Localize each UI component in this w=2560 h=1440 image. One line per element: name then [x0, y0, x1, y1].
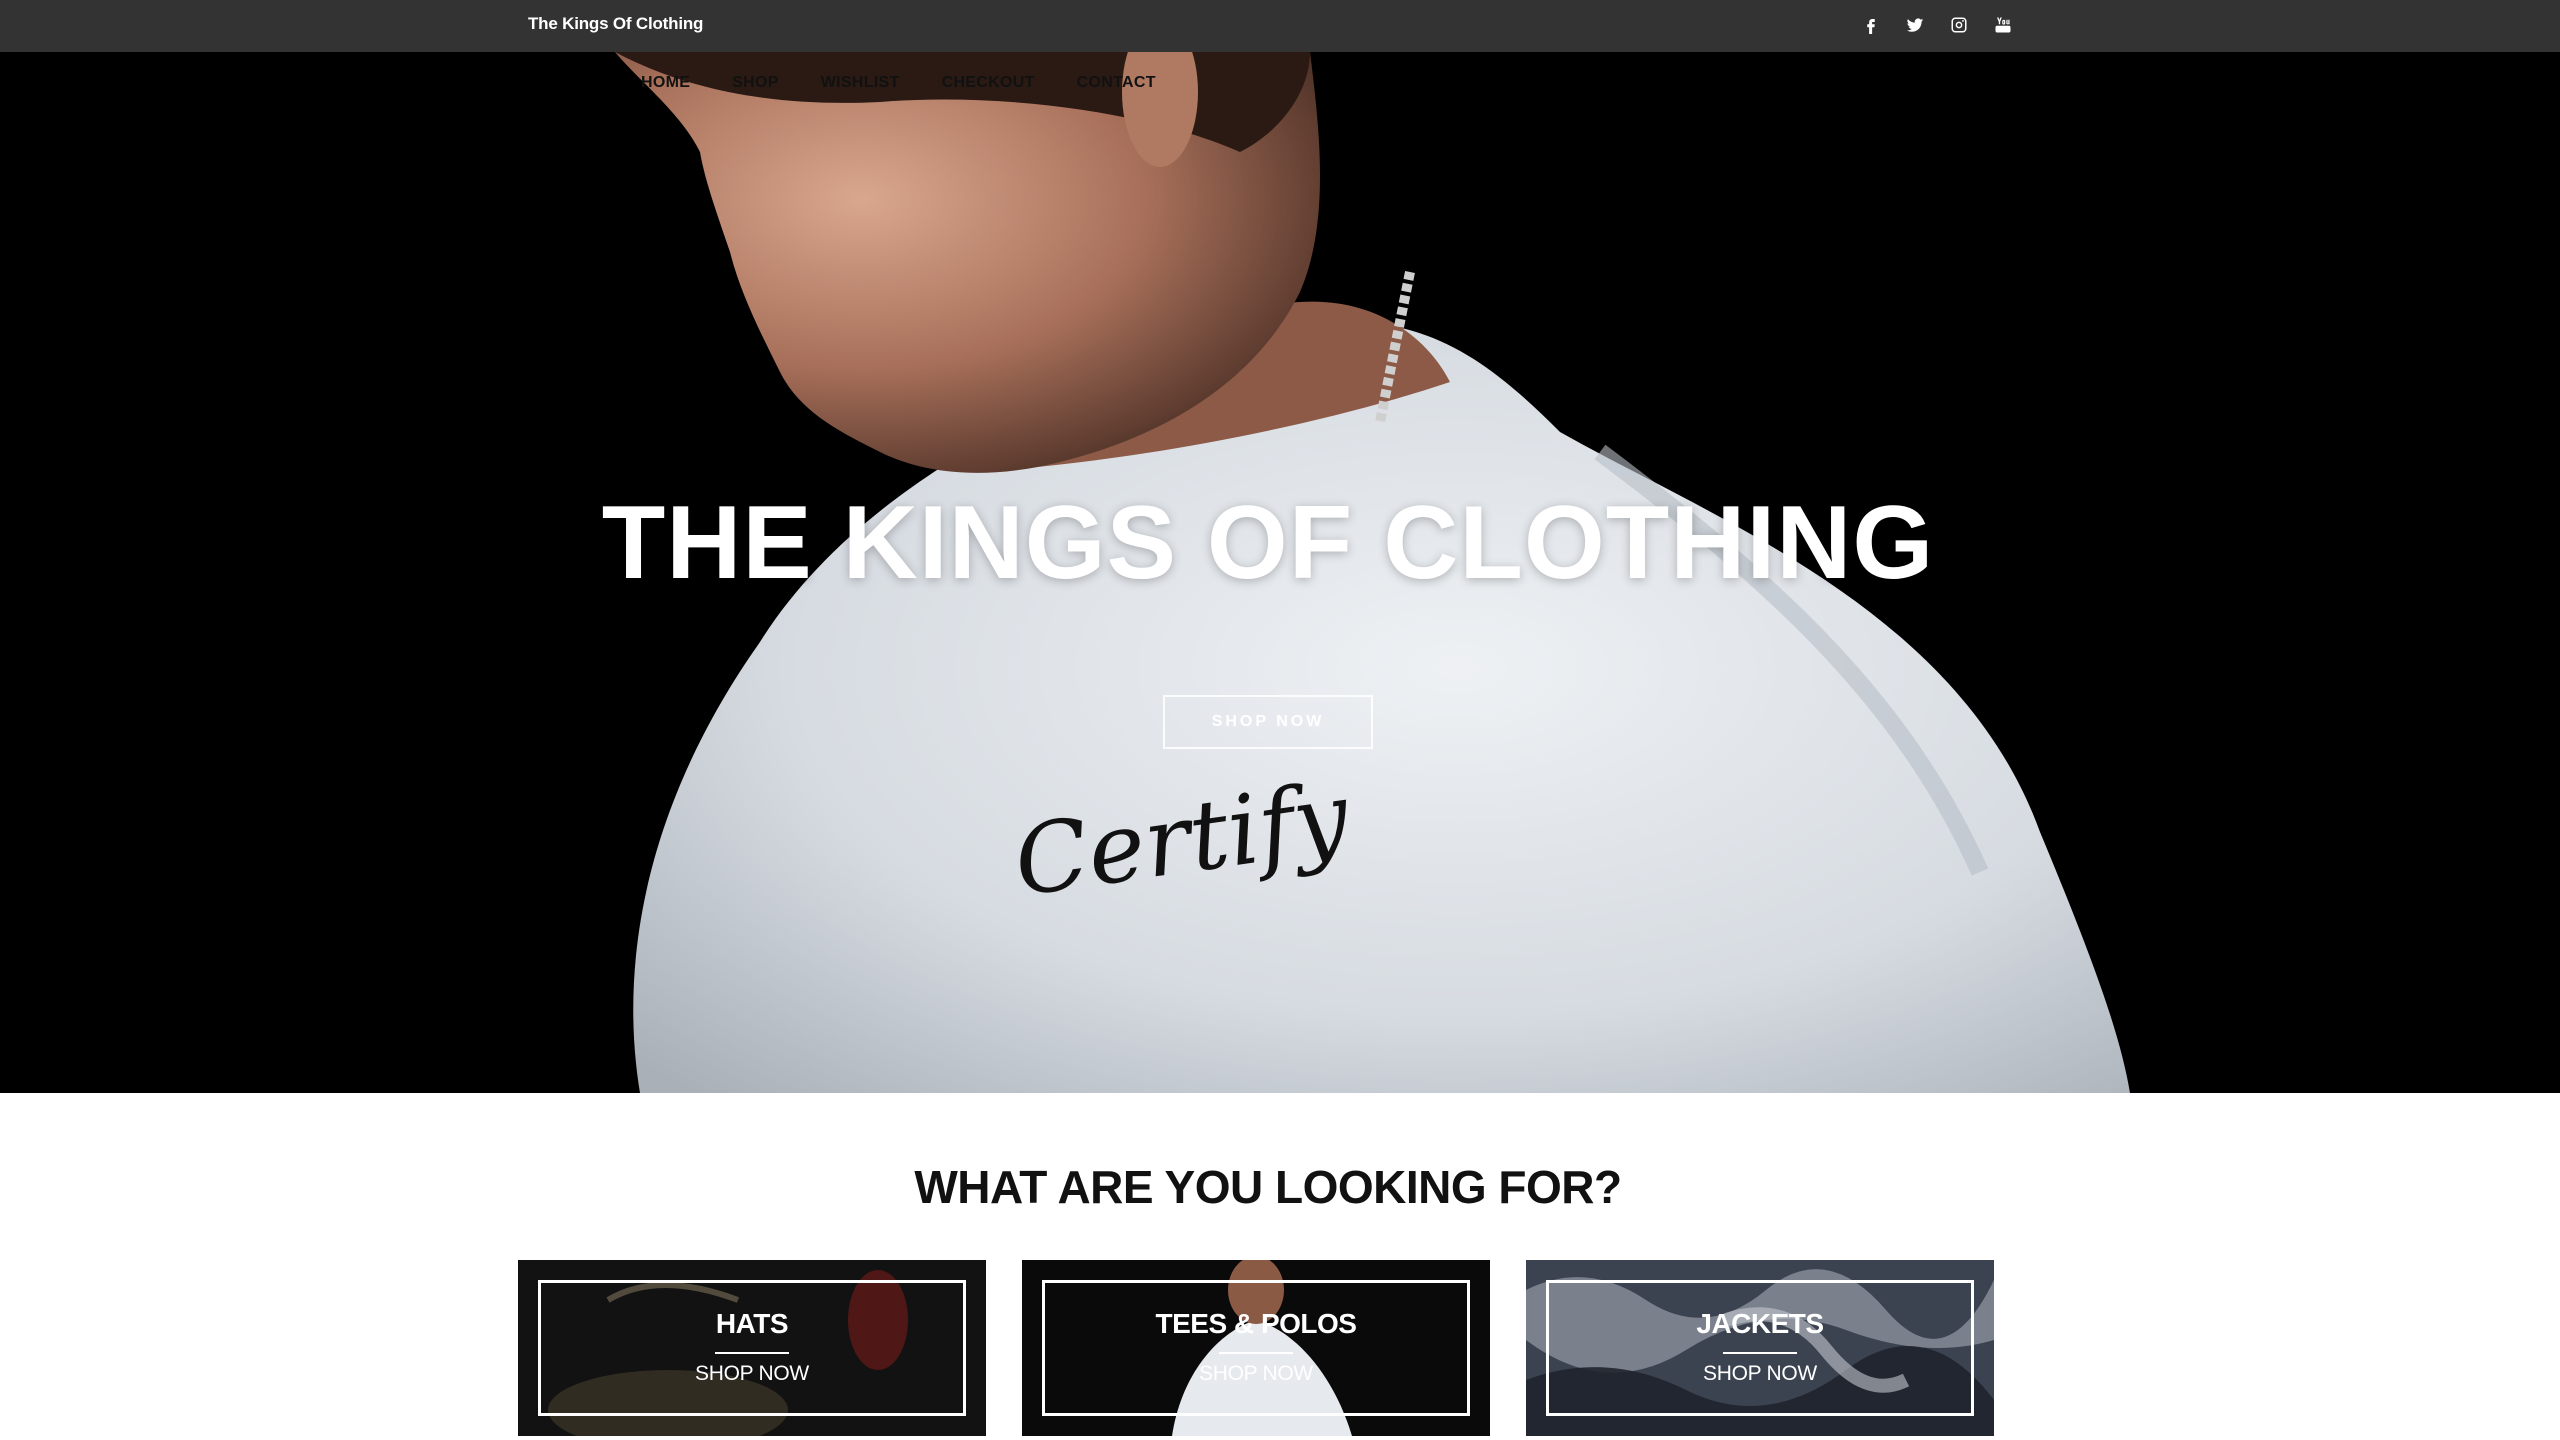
category-label: HATS: [715, 1308, 789, 1339]
label-underline: [1723, 1352, 1797, 1354]
category-shop-now-link[interactable]: SHOP NOW: [1022, 1362, 1490, 1386]
instagram-icon[interactable]: [1948, 12, 1970, 38]
main-nav: HOME SHOP WISHLIST CHECKOUT CONTACT: [641, 74, 1156, 92]
site-brand[interactable]: The Kings Of Clothing: [528, 14, 703, 34]
category-card-hats[interactable]: HATS SHOP NOW: [518, 1260, 986, 1436]
hero-title: THE KINGS OF CLOTHING: [601, 485, 1935, 601]
youtube-icon[interactable]: [1992, 12, 2014, 38]
social-links: [1860, 12, 2014, 38]
label-underline: [715, 1352, 789, 1354]
twitter-icon[interactable]: [1904, 12, 1926, 38]
category-shop-now-link[interactable]: SHOP NOW: [1526, 1362, 1994, 1386]
hero-banner: Certify HOME SHOP WISHLIST CHECKOUT CONT…: [0, 52, 2560, 1093]
category-card-jackets[interactable]: JACKETS SHOP NOW: [1526, 1260, 1994, 1436]
nav-wishlist[interactable]: WISHLIST: [821, 74, 900, 92]
category-label: JACKETS: [1696, 1308, 1824, 1339]
nav-checkout[interactable]: CHECKOUT: [942, 74, 1035, 92]
category-shop-now-link[interactable]: SHOP NOW: [518, 1362, 986, 1386]
category-label: TEES & POLOS: [1155, 1308, 1357, 1339]
nav-contact[interactable]: CONTACT: [1077, 74, 1156, 92]
facebook-icon[interactable]: [1860, 12, 1882, 38]
hero-shop-now-button[interactable]: SHOP NOW: [1163, 695, 1373, 749]
nav-shop[interactable]: SHOP: [732, 74, 779, 92]
card-frame: [1546, 1280, 1974, 1416]
label-underline: [1219, 1352, 1293, 1354]
card-frame: [1042, 1280, 1470, 1416]
categories-heading: WHAT ARE YOU LOOKING FOR?: [914, 1161, 1622, 1213]
category-card-tees-polos[interactable]: TEES & POLOS SHOP NOW: [1022, 1260, 1490, 1436]
card-frame: [538, 1280, 966, 1416]
nav-home[interactable]: HOME: [641, 74, 690, 92]
top-bar: The Kings Of Clothing: [0, 0, 2560, 52]
